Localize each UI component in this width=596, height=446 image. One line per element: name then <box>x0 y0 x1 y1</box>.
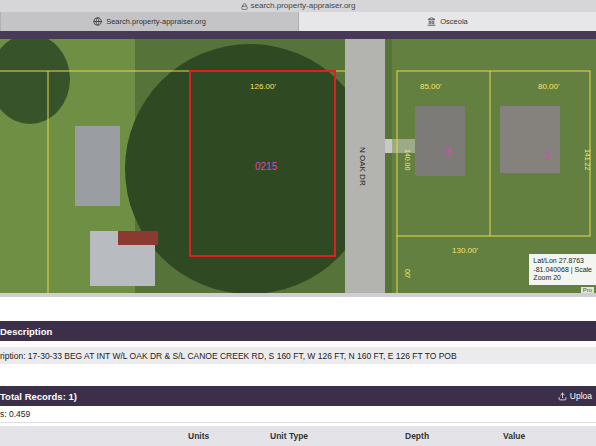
acres-row: s: 0.459 <box>0 406 596 423</box>
records-header: Total Records: 1) Uploa <box>0 386 596 406</box>
column-header[interactable]: Value <box>503 431 596 441</box>
coordinates-line: Zoom 20 <box>533 274 592 282</box>
upload-label: Uploa <box>570 391 592 401</box>
selected-parcel[interactable] <box>190 71 335 256</box>
parcel-map-drawing[interactable]: 126.00' 0215 N OAK DR 85.00' 80.00' 3 2 140.00 1… <box>0 39 596 293</box>
acres-text: s: 0.459 <box>0 409 30 419</box>
tab-label: Osceola <box>440 17 468 26</box>
description-header: Description <box>0 321 596 341</box>
map-label: 2 <box>545 151 551 162</box>
map-label: N OAK DR <box>358 147 367 186</box>
description-row: ription: 17-30-33 BEG AT INT W/L OAK DR … <box>0 347 596 364</box>
map-label: 0215 <box>255 161 278 172</box>
parcel-line <box>48 71 49 293</box>
tab-bar: Search.property-appraiser.org Osceola <box>0 12 596 31</box>
lock-icon <box>241 3 248 10</box>
spacer <box>0 297 596 321</box>
map-attribution: Pro <box>581 287 594 293</box>
globe-icon <box>93 17 102 26</box>
parcel-line <box>397 71 590 236</box>
url-bar[interactable]: search.property-appraiser.org <box>0 0 596 12</box>
tab-label: Search.property-appraiser.org <box>106 17 206 26</box>
map-label: 140.00 <box>404 149 411 171</box>
map-label: 126.00' <box>250 82 276 91</box>
road <box>345 39 385 293</box>
aerial-ground <box>0 39 596 293</box>
upload-icon <box>558 392 567 401</box>
header-strip <box>0 31 596 39</box>
page: search.property-appraiser.org Search.prop… <box>0 0 596 446</box>
site-icon <box>427 17 436 26</box>
records-heading: Total Records: 1) <box>0 391 77 402</box>
column-header[interactable]: Depth <box>405 431 503 441</box>
map-label: 00' <box>404 269 411 278</box>
house-roof <box>500 106 560 173</box>
map-label: 3 <box>445 146 451 157</box>
browser-tab[interactable]: Search.property-appraiser.org <box>0 12 298 31</box>
house-roof <box>415 106 465 176</box>
coordinates-line: -81.040068 | Scale <box>533 266 592 274</box>
parcel-line <box>397 236 398 293</box>
coordinates-line: Lat/Lon 27.8763 <box>533 257 592 265</box>
table-header: UnitsUnit TypeDepthValue <box>0 426 596 446</box>
map-label: 130.00' <box>452 246 478 255</box>
parcel-map[interactable]: 126.00' 0215 N OAK DR 85.00' 80.00' 3 2 140.00 1… <box>0 39 596 293</box>
browser-tab[interactable]: Osceola <box>298 12 596 31</box>
house-roof <box>75 126 120 206</box>
column-header[interactable]: Units <box>188 431 270 441</box>
parcel-line <box>490 71 491 236</box>
spacer <box>0 364 596 386</box>
tree-canopy <box>0 39 70 124</box>
description-text: ription: 17-30-33 BEG AT INT W/L OAK DR … <box>0 351 457 361</box>
yards <box>392 39 596 293</box>
map-label: 85.00' <box>420 82 442 91</box>
column-header[interactable]: Unit Type <box>270 431 405 441</box>
description-heading: Description <box>0 326 52 337</box>
coordinates-box: Lat/Lon 27.8763-81.040068 | ScaleZoom 20 <box>529 254 596 285</box>
tree-canopy <box>125 44 375 293</box>
upload-button[interactable]: Uploa <box>558 391 592 401</box>
map-label: 80.00' <box>538 82 560 91</box>
map-label: 141.22 <box>584 149 591 171</box>
url-text: search.property-appraiser.org <box>251 2 356 10</box>
shed-roof <box>118 231 158 245</box>
